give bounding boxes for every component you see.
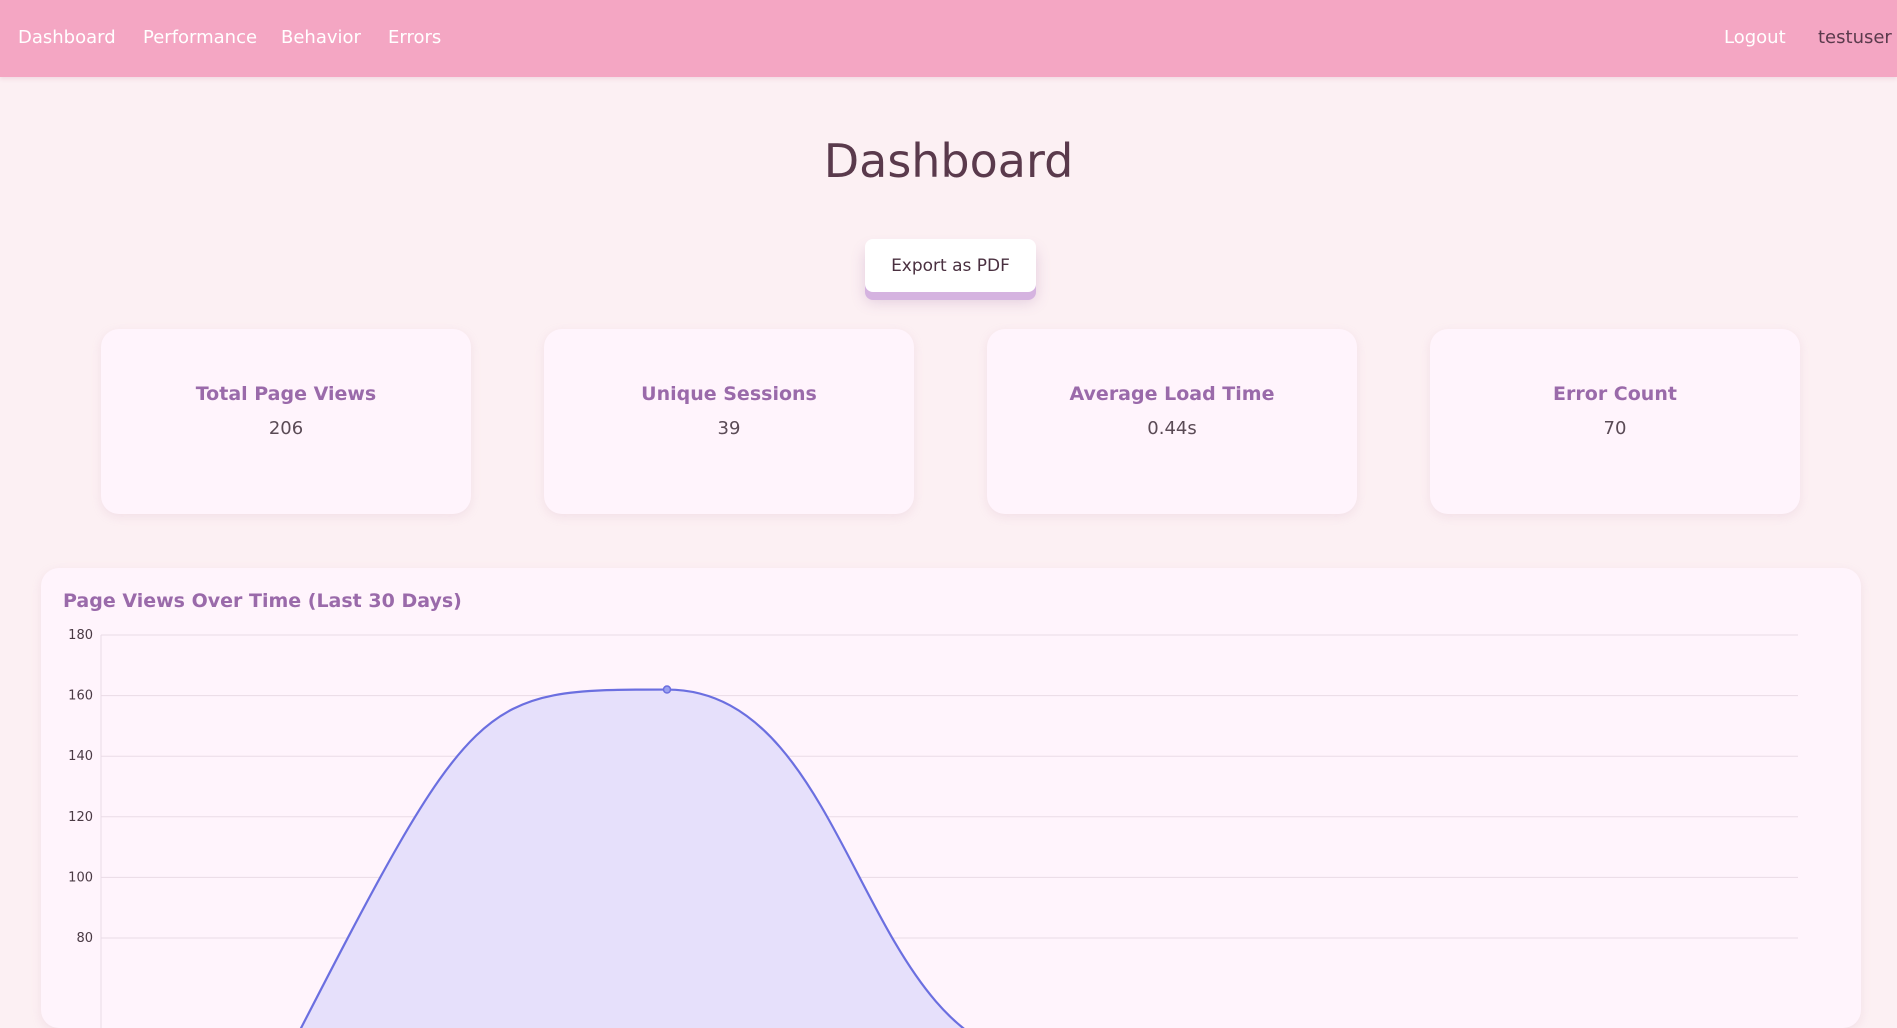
nav-behavior[interactable]: Behavior bbox=[281, 27, 361, 48]
y-tick-label: 120 bbox=[68, 810, 93, 825]
stat-label: Average Load Time bbox=[1069, 383, 1275, 405]
stat-card-unique-sessions: Unique Sessions 39 bbox=[544, 329, 914, 514]
y-tick-label: 160 bbox=[68, 689, 93, 704]
stat-value: 0.44s bbox=[1147, 418, 1197, 439]
nav-username: testuser bbox=[1818, 27, 1892, 48]
nav-performance[interactable]: Performance bbox=[143, 27, 257, 48]
y-tick-label: 80 bbox=[76, 931, 93, 946]
stat-value: 206 bbox=[268, 418, 304, 439]
export-pdf-button[interactable]: Export as PDF bbox=[865, 239, 1036, 292]
stat-card-average-load-time: Average Load Time 0.44s bbox=[987, 329, 1357, 514]
nav-logout[interactable]: Logout bbox=[1724, 27, 1786, 48]
nav-dashboard[interactable]: Dashboard bbox=[18, 27, 116, 48]
top-navbar: Dashboard Performance Behavior Errors Lo… bbox=[0, 0, 1897, 77]
series-point bbox=[662, 685, 672, 694]
nav-errors[interactable]: Errors bbox=[388, 27, 441, 48]
stat-label: Error Count bbox=[1553, 383, 1677, 405]
series-area bbox=[285, 689, 1049, 1028]
y-tick-label: 140 bbox=[68, 749, 93, 764]
page-views-chart-card: Page Views Over Time (Last 30 Days) 180 1… bbox=[41, 568, 1861, 1028]
stat-card-total-page-views: Total Page Views 206 bbox=[101, 329, 471, 514]
stat-value: 39 bbox=[717, 418, 741, 439]
stat-value: 70 bbox=[1603, 418, 1627, 439]
stat-card-error-count: Error Count 70 bbox=[1430, 329, 1800, 514]
page-views-chart: 180 160 140 120 100 80 bbox=[68, 628, 1798, 1028]
y-tick-label: 100 bbox=[68, 870, 93, 885]
page-title: Dashboard bbox=[823, 134, 1074, 188]
stat-label: Total Page Views bbox=[195, 383, 377, 405]
y-tick-label: 180 bbox=[68, 628, 93, 643]
stat-label: Unique Sessions bbox=[641, 383, 817, 405]
